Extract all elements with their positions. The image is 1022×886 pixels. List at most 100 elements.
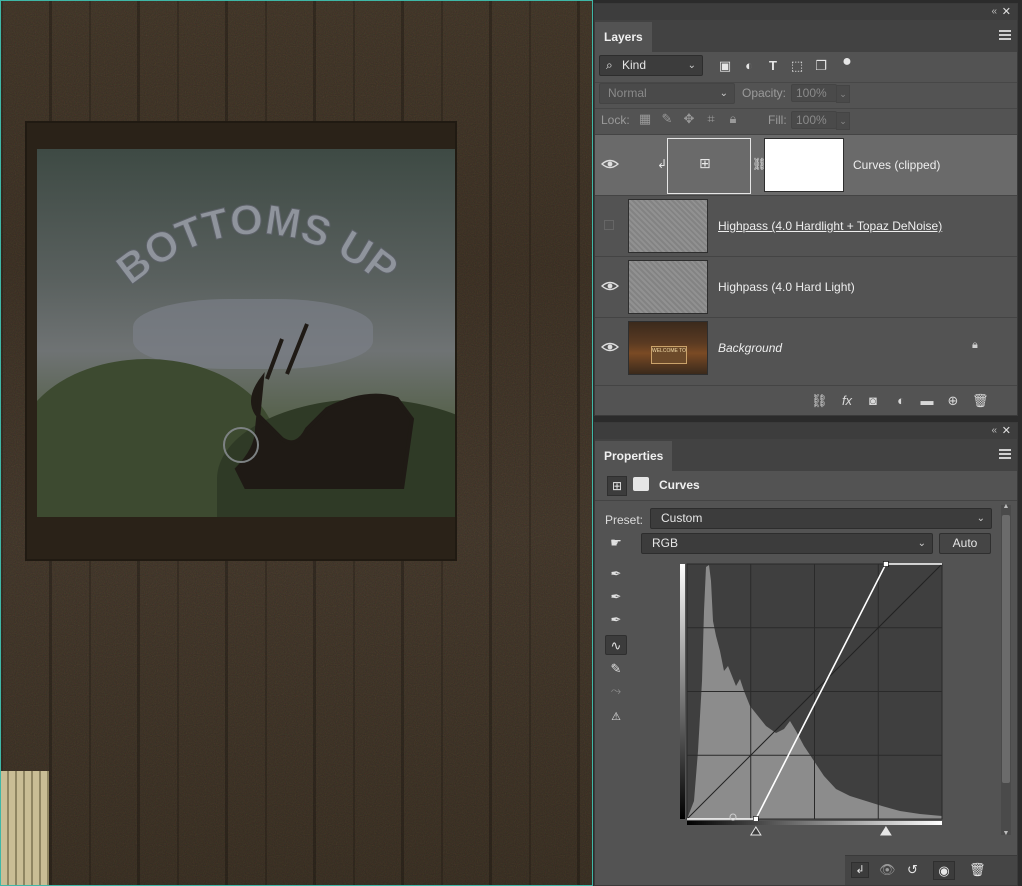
document-canvas[interactable]: BOTTOMS UP [0, 0, 593, 886]
delete-adjustment-icon[interactable]: 🗑︎ [969, 862, 986, 878]
add-mask-icon[interactable]: ◙ [865, 393, 881, 409]
scroll-up-icon[interactable]: ▲ [1001, 503, 1011, 510]
fill-label: Fill: [768, 113, 787, 127]
panel-menu-icon[interactable] [999, 30, 1011, 40]
filter-toggle-icon[interactable]: ● [839, 54, 855, 70]
layer-row-curves[interactable]: ↲ ⊞ ⛓ Curves (clipped) [595, 134, 1017, 195]
close-panel-icon[interactable]: ✕ [1002, 5, 1011, 18]
clipping-arrow-icon: ↲ [657, 157, 668, 171]
preset-value: Custom [661, 511, 703, 525]
properties-panel: « ✕ Properties ⊞ Curves Preset: Custom ⌄… [594, 422, 1018, 886]
opacity-field[interactable]: 100% ⌄ [791, 84, 850, 103]
chevron-down-icon[interactable]: ⌄ [836, 85, 850, 103]
blend-mode-select[interactable]: Normal ⌄ [599, 83, 735, 104]
layer-row-background[interactable]: WELCOME TO Background 🔒︎ [595, 317, 1017, 378]
properties-tabrow: Properties [595, 439, 1017, 471]
clipping-warning-icon[interactable]: ⚠ [605, 707, 627, 727]
lock-transparent-icon[interactable]: ▦ [637, 111, 653, 127]
tab-layers[interactable]: Layers [595, 22, 652, 52]
smartobject-filter-icon[interactable]: ❐ [813, 58, 829, 74]
lock-icon: 🔒︎ [972, 339, 978, 351]
opacity-label: Opacity: [742, 86, 787, 100]
layer-row-highpass-denoise[interactable]: Highpass (4.0 Hardlight + Topaz DeNoise) [595, 195, 1017, 256]
fx-icon[interactable]: fx [839, 393, 855, 409]
curves-adjustment-icon: ⊞ [699, 155, 711, 171]
input-gradient [687, 821, 942, 825]
eyedropper-white-icon[interactable]: ✒ [605, 610, 627, 630]
filter-kind-select[interactable]: ⌕ Kind ⌄ [599, 55, 703, 76]
visibility-off-box[interactable] [604, 220, 614, 230]
chevron-down-icon[interactable]: ⌄ [836, 112, 850, 130]
search-icon: ⌕ [606, 58, 613, 72]
thumb-sign: WELCOME TO [651, 346, 687, 364]
fill-value: 100% [796, 113, 827, 127]
type-filter-icon[interactable]: T [765, 58, 781, 74]
visibility-eye-icon[interactable] [601, 340, 619, 354]
clip-to-layer-icon[interactable]: ↲ [851, 862, 869, 878]
lock-pixels-icon[interactable]: ✎ [659, 111, 675, 127]
pixel-filter-icon[interactable]: ▣ [717, 58, 733, 74]
chevron-down-icon: ⌄ [917, 538, 926, 549]
lock-position-icon[interactable]: ✥ [681, 111, 697, 127]
layer-row-highpass-hardlight[interactable]: Highpass (4.0 Hard Light) [595, 256, 1017, 317]
auto-button[interactable]: Auto [939, 533, 991, 554]
layer-thumbnail [628, 199, 708, 253]
curves-adjustment-icon[interactable]: ⊞ [607, 476, 627, 496]
layer-mask-thumbnail[interactable] [764, 138, 844, 192]
toggle-visibility-icon[interactable]: ◉ [933, 861, 955, 880]
chevron-down-icon: ⌄ [976, 513, 985, 524]
white-point-slider[interactable] [879, 826, 892, 836]
mask-icon[interactable] [633, 477, 649, 491]
chevron-down-icon: ⌄ [719, 88, 728, 99]
svg-text:BOTTOMS UP: BOTTOMS UP [108, 195, 407, 293]
scroll-thumb[interactable] [1002, 515, 1010, 783]
curve-point-tool-icon[interactable]: ∿ [605, 635, 627, 655]
scroll-down-icon[interactable]: ▼ [1001, 830, 1011, 837]
shape-filter-icon[interactable]: ⬚ [789, 58, 805, 74]
properties-scrollbar[interactable]: ▲ ▼ [1001, 503, 1011, 837]
curve-point-white[interactable] [883, 561, 889, 567]
target-adjustment-icon[interactable]: ☛ [605, 533, 627, 553]
adjustment-filter-icon[interactable]: ◐ [741, 58, 757, 74]
output-gradient [680, 564, 685, 819]
collapse-icon[interactable]: « [991, 425, 997, 436]
close-panel-icon[interactable]: ✕ [1002, 424, 1011, 437]
smooth-curve-icon[interactable]: ⤳ [605, 681, 627, 701]
eyedropper-gray-icon[interactable]: ✒ [605, 587, 627, 607]
visibility-eye-icon[interactable] [601, 157, 619, 171]
delete-layer-icon[interactable]: 🗑︎ [972, 393, 989, 409]
properties-header: ⊞ Curves [595, 471, 1017, 501]
curve-point-black[interactable] [753, 816, 759, 822]
poster-emblem [223, 427, 259, 463]
reset-icon[interactable]: ↺ [907, 862, 918, 878]
lock-artboard-icon[interactable]: ⌗ [703, 111, 719, 127]
collapse-icon[interactable]: « [991, 6, 997, 17]
curves-graph[interactable] [680, 561, 944, 837]
channel-select[interactable]: RGB ⌄ [641, 533, 933, 554]
black-point-slider[interactable] [749, 826, 762, 836]
chevron-down-icon: ⌄ [687, 60, 696, 71]
new-layer-icon[interactable]: ⊕ [945, 393, 961, 409]
layer-name: Curves (clipped) [853, 158, 941, 172]
lock-all-icon[interactable]: 🔒︎ [725, 111, 741, 127]
layer-name: Highpass (4.0 Hard Light) [718, 280, 855, 294]
lock-label: Lock: [601, 113, 630, 127]
layer-name: Background [718, 341, 783, 355]
opacity-value: 100% [796, 86, 827, 100]
properties-footer: ↲ 👁︎ ↺ ◉ 🗑︎ [845, 855, 1017, 885]
fill-field[interactable]: 100% ⌄ [791, 111, 850, 130]
deer-silhouette [234, 323, 415, 489]
pencil-tool-icon[interactable]: ✎ [605, 659, 627, 679]
view-previous-icon[interactable]: 👁︎ [879, 862, 896, 878]
blend-mode-value: Normal [608, 86, 647, 100]
visibility-eye-icon[interactable] [601, 279, 619, 293]
new-group-icon[interactable]: ▬ [919, 393, 935, 409]
eyedropper-black-icon[interactable]: ✒ [605, 564, 627, 584]
poster-image: BOTTOMS UP [37, 149, 455, 517]
link-layers-icon[interactable]: ⛓ [811, 393, 828, 409]
paper-stack [1, 771, 49, 885]
panel-menu-icon[interactable] [999, 449, 1011, 459]
tab-properties[interactable]: Properties [595, 441, 673, 471]
preset-select[interactable]: Custom ⌄ [650, 508, 992, 529]
new-adjustment-icon[interactable]: ◐ [893, 393, 909, 409]
